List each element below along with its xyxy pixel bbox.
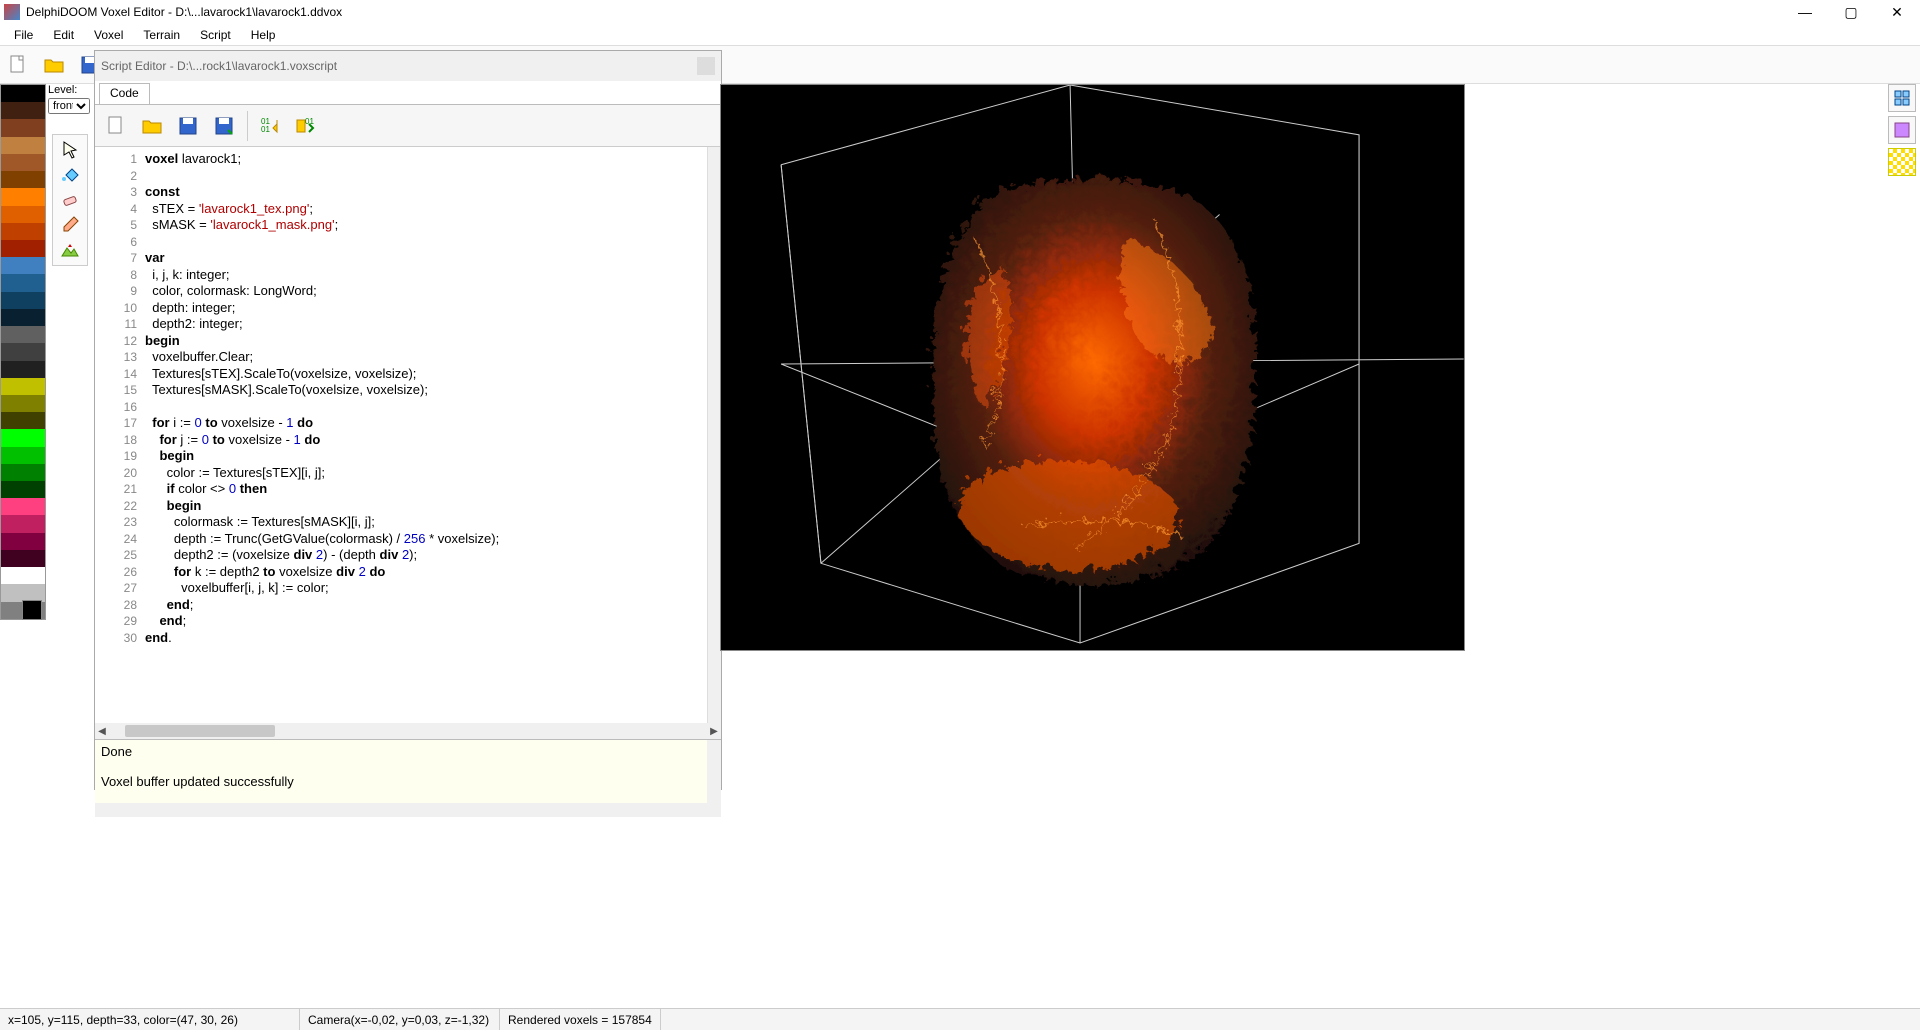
palette-swatch[interactable]: [1, 343, 45, 360]
menu-terrain[interactable]: Terrain: [133, 28, 190, 42]
close-button[interactable]: ✕: [1874, 0, 1920, 24]
palette-swatch[interactable]: [1, 274, 45, 291]
palette-swatch[interactable]: [1, 447, 45, 464]
minimize-button[interactable]: —: [1782, 0, 1828, 24]
palette-swatch[interactable]: [1, 223, 45, 240]
palette-swatch[interactable]: [1, 188, 45, 205]
palette-swatch[interactable]: [1, 361, 45, 378]
view-mode-button-2[interactable]: [1888, 116, 1916, 144]
script-editor-window: Script Editor - D:\...rock1\lavarock1.vo…: [94, 50, 722, 790]
palette-swatch[interactable]: [1, 515, 45, 532]
palette-swatch[interactable]: [1, 309, 45, 326]
menu-edit[interactable]: Edit: [43, 28, 84, 42]
menu-file[interactable]: File: [4, 28, 43, 42]
palette-swatch[interactable]: [1, 154, 45, 171]
code-text[interactable]: voxel lavarock1; const sTEX = 'lavarock1…: [145, 147, 707, 646]
code-horizontal-scrollbar[interactable]: ◀▶: [95, 723, 721, 739]
script-run-button[interactable]: 01: [290, 109, 324, 143]
script-editor-title: Script Editor - D:\...rock1\lavarock1.vo…: [101, 59, 337, 73]
palette-swatch[interactable]: [1, 498, 45, 515]
palette-swatch[interactable]: [1, 429, 45, 446]
color-palette[interactable]: [0, 84, 46, 620]
cursor-tool[interactable]: [55, 138, 85, 162]
menu-script[interactable]: Script: [190, 28, 241, 42]
new-file-button[interactable]: [2, 49, 34, 81]
code-editor[interactable]: 1234567891011121314151617181920212223242…: [95, 147, 721, 723]
line-number-gutter: 1234567891011121314151617181920212223242…: [95, 147, 141, 723]
script-editor-titlebar[interactable]: Script Editor - D:\...rock1\lavarock1.vo…: [95, 51, 721, 81]
picker-tool[interactable]: [55, 213, 85, 237]
palette-swatch[interactable]: [1, 102, 45, 119]
palette-swatch[interactable]: [1, 464, 45, 481]
palette-swatch[interactable]: [1, 206, 45, 223]
elevation-tool[interactable]: [55, 238, 85, 262]
fill-tool[interactable]: [55, 163, 85, 187]
palette-swatch[interactable]: [1, 395, 45, 412]
script-save-button[interactable]: [171, 109, 205, 143]
script-saveas-button[interactable]: [207, 109, 241, 143]
menubar: FileEditVoxelTerrainScriptHelp: [0, 24, 1920, 46]
script-open-button[interactable]: [135, 109, 169, 143]
palette-swatch[interactable]: [1, 378, 45, 395]
menu-voxel[interactable]: Voxel: [84, 28, 133, 42]
palette-swatch[interactable]: [1, 292, 45, 309]
statusbar: x=105, y=115, depth=33, color=(47, 30, 2…: [0, 1008, 1920, 1030]
viewport-3d[interactable]: [720, 84, 1465, 651]
palette-swatch[interactable]: [1, 533, 45, 550]
open-file-button[interactable]: [38, 49, 70, 81]
output-vertical-scrollbar[interactable]: [707, 740, 721, 803]
grid-toggle-button[interactable]: [1888, 148, 1916, 176]
script-editor-toolbar: 0101 01: [95, 105, 721, 147]
palette-swatch[interactable]: [1, 481, 45, 498]
tool-palette: [52, 134, 88, 266]
palette-swatch[interactable]: [1, 119, 45, 136]
status-voxels: Rendered voxels = 157854: [500, 1009, 661, 1030]
code-vertical-scrollbar[interactable]: [707, 147, 721, 723]
view-mode-button-1[interactable]: [1888, 84, 1916, 112]
palette-swatch[interactable]: [1, 171, 45, 188]
status-coords: x=105, y=115, depth=33, color=(47, 30, 2…: [0, 1009, 300, 1030]
palette-swatch[interactable]: [1, 257, 45, 274]
right-sidebar: [1888, 84, 1918, 180]
level-selector-area: Level: front: [48, 84, 92, 114]
script-editor-tabs: Code: [95, 81, 721, 105]
level-select[interactable]: front: [48, 98, 90, 114]
level-label: Level:: [48, 84, 92, 96]
output-horizontal-scrollbar[interactable]: [95, 803, 721, 817]
svg-text:01: 01: [261, 125, 270, 134]
menu-help[interactable]: Help: [241, 28, 286, 42]
window-title: DelphiDOOM Voxel Editor - D:\...lavarock…: [26, 5, 1782, 19]
palette-swatch[interactable]: [1, 567, 45, 584]
maximize-button[interactable]: ▢: [1828, 0, 1874, 24]
app-icon: [4, 4, 20, 20]
eraser-tool[interactable]: [55, 188, 85, 212]
status-camera: Camera(x=-0,02, y=0,03, z=-1,32): [300, 1009, 500, 1030]
script-output[interactable]: Done Voxel buffer updated successfully: [95, 739, 721, 817]
palette-swatch[interactable]: [1, 584, 45, 601]
titlebar: DelphiDOOM Voxel Editor - D:\...lavarock…: [0, 0, 1920, 24]
palette-swatch[interactable]: [1, 137, 45, 154]
palette-swatch[interactable]: [1, 550, 45, 567]
script-compile-button[interactable]: 0101: [254, 109, 288, 143]
palette-swatch[interactable]: [1, 240, 45, 257]
palette-swatch[interactable]: [1, 85, 45, 102]
current-color-swatch[interactable]: [22, 600, 42, 620]
script-editor-close-button[interactable]: [697, 57, 715, 75]
tab-code[interactable]: Code: [99, 83, 150, 104]
script-new-button[interactable]: [99, 109, 133, 143]
palette-swatch[interactable]: [1, 326, 45, 343]
palette-swatch[interactable]: [1, 412, 45, 429]
